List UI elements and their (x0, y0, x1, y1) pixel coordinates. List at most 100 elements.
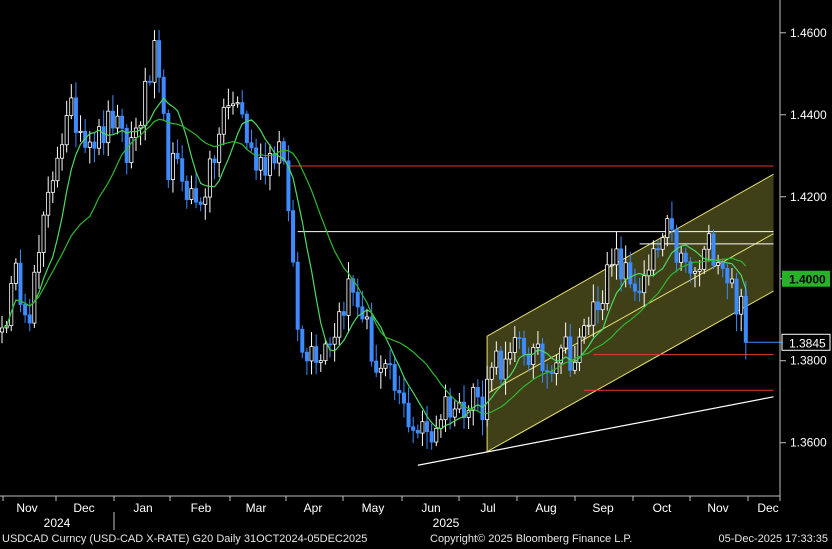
candle-body (683, 252, 688, 263)
candle-body (133, 127, 138, 138)
candle-body (267, 153, 272, 176)
candle-body (434, 427, 439, 443)
candle-body (36, 252, 41, 273)
price-chart: 1.36001.38001.40001.42001.44001.46001.40… (0, 0, 831, 530)
copyright-text: Copyright© 2025 Bloomberg Finance L.P. (430, 533, 633, 545)
candle-body (157, 40, 162, 78)
candle-body (318, 360, 323, 363)
candle-body (249, 142, 254, 149)
channel-fill (487, 174, 774, 452)
candle-body (729, 278, 734, 284)
candle-body (175, 152, 180, 160)
x-month-label: Feb (191, 501, 212, 515)
candle-body (586, 324, 591, 327)
candle-body (364, 316, 369, 320)
candle-body (563, 336, 568, 349)
candle-body (41, 214, 46, 253)
candle-body (106, 110, 111, 144)
x-month-label: Dec (73, 501, 94, 515)
chart-footer: USDCAD Curncy (USD-CAD X-RATE) G20 Daily… (0, 531, 832, 549)
candle-body (180, 158, 185, 182)
x-month-label: Nov (707, 501, 728, 515)
candle-body (503, 358, 508, 380)
candle-body (716, 262, 721, 266)
candle-body (161, 76, 166, 114)
x-month-label: Nov (16, 501, 37, 515)
candle-body (725, 267, 730, 284)
candle-body (429, 431, 434, 443)
candle-body (23, 304, 28, 316)
candle-body (693, 270, 698, 274)
x-month-label: Aug (535, 501, 556, 515)
candle-body (207, 158, 212, 198)
candle-body (240, 102, 245, 115)
candle-body (170, 152, 175, 180)
candle-body (383, 363, 388, 369)
x-month-label: May (362, 501, 385, 515)
candle-body (230, 103, 235, 107)
candle-body (64, 115, 69, 146)
candle-body (101, 126, 106, 144)
candle-body (221, 107, 226, 135)
candle-body (258, 157, 263, 171)
candle-body (706, 233, 711, 250)
candle-body (632, 283, 637, 292)
y-tick-label: 1.4400 (790, 108, 827, 122)
price-label: 1.3845 (789, 336, 826, 350)
candle-body (660, 237, 665, 250)
candle-body (452, 408, 457, 418)
candle-body (475, 387, 480, 398)
candle-body (27, 314, 32, 324)
candle-body (734, 278, 739, 315)
candle-body (189, 188, 194, 200)
candle-body (522, 337, 527, 355)
candle-body (443, 396, 448, 421)
candle-body (120, 115, 125, 129)
candle-body (420, 421, 425, 434)
candle-body (314, 346, 319, 363)
candle-body (138, 124, 143, 129)
candle-body (623, 262, 628, 280)
candle-body (194, 188, 199, 203)
candle-body (480, 396, 485, 421)
candle-body (328, 343, 333, 346)
candle-body (369, 316, 374, 362)
candle-body (526, 353, 531, 365)
candle-body (397, 390, 402, 394)
candle-body (115, 115, 120, 129)
candle-body (244, 113, 249, 144)
x-month-label: Jan (133, 501, 152, 515)
candle-body (60, 144, 65, 159)
candle-body (674, 228, 679, 263)
candle-body (337, 311, 342, 338)
candle-body (18, 262, 23, 305)
security-description: USDCAD Curncy (USD-CAD X-RATE) G20 Daily… (2, 533, 368, 545)
candle-body (378, 367, 383, 373)
y-tick-label: 1.3600 (790, 436, 827, 450)
candle-body (595, 301, 600, 311)
candle-body (92, 141, 97, 149)
candle-body (69, 97, 74, 116)
candle-body (498, 350, 503, 380)
y-tick-label: 1.4600 (790, 26, 827, 40)
candle-body (665, 218, 670, 238)
candle-body (600, 303, 605, 311)
candle-body (512, 337, 517, 353)
candle-body (217, 133, 222, 163)
candle-body (411, 426, 416, 431)
price-label: 1.4000 (789, 273, 826, 287)
candle-body (568, 336, 573, 371)
candle-body (198, 201, 203, 205)
candle-body (642, 275, 647, 294)
candle-body (637, 290, 642, 294)
candle-body (143, 80, 148, 126)
candle-body (300, 328, 305, 353)
candle-body (203, 196, 208, 205)
candle-body (235, 102, 240, 105)
x-month-label: Dec (757, 501, 778, 515)
trend-line (417, 396, 774, 466)
x-month-label: Mar (246, 501, 267, 515)
candle-body (697, 268, 702, 272)
candle-body (309, 346, 314, 362)
candle-body (87, 141, 92, 148)
